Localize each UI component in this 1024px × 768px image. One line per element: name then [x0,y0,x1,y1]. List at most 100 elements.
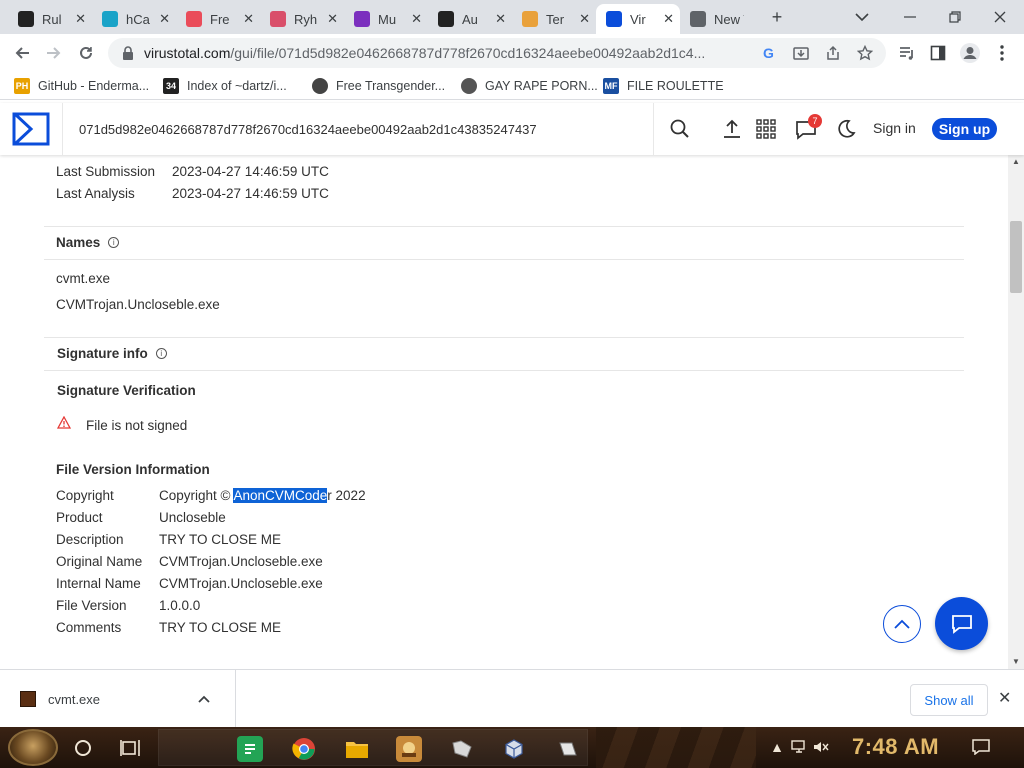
scroll-to-top-button[interactable] [883,605,921,643]
apps-grid-icon[interactable] [754,117,778,141]
bookmark-favicon-icon: PH [14,78,30,94]
signature-verification-title: Signature Verification [57,383,196,398]
close-tab-icon[interactable]: ✕ [495,11,506,27]
version-field-label: Copyright [56,488,114,503]
minimize-window-icon[interactable] [896,4,924,30]
close-tab-icon[interactable]: ✕ [411,11,422,27]
close-tab-icon[interactable]: ✕ [75,11,86,27]
browser-tab[interactable]: hCa ✕ [92,4,176,34]
bookmark-label: Free Transgender... [336,79,446,93]
install-app-icon[interactable] [792,44,810,62]
taskbar-apps [158,729,588,766]
virtualbox-app-icon[interactable] [501,736,527,762]
bookmark-item[interactable]: PH GitHub - Enderma... [14,77,149,95]
reload-icon [80,46,92,59]
tray-expand-icon[interactable]: ▲ [768,738,786,756]
tab-search-chevron-icon[interactable] [848,4,876,30]
address-bar[interactable]: virustotal.com/gui/file/071d5d982e046266… [108,38,886,68]
hash-search-input[interactable]: 071d5d982e0462668787d778f2670cd16324aeeb… [62,103,654,155]
browser-tab[interactable]: Ryh ✕ [260,4,344,34]
google-lens-icon[interactable]: G [760,44,778,62]
browser-tab[interactable]: Au ✕ [428,4,512,34]
page-scrollbar[interactable]: ▲ ▼ [1008,155,1024,669]
browser-tab[interactable]: New Ta [680,4,764,34]
version-field-value: CVMTrojan.Uncloseble.exe [159,554,323,569]
back-button[interactable] [8,39,36,67]
game-app-icon[interactable] [396,736,422,762]
chrome-app-icon[interactable] [291,736,317,762]
last-submission-label: Last Submission [56,164,156,179]
site-header: 071d5d982e0462668787d778f2670cd16324aeeb… [0,103,1024,155]
volume-muted-icon[interactable] [812,738,830,756]
network-icon[interactable] [790,738,808,756]
browser-tab[interactable]: Ter ✕ [512,4,596,34]
task-view-icon[interactable] [115,733,145,763]
version-field-label: Product [56,510,103,525]
fre-icon [186,11,202,27]
cortana-circle-icon[interactable] [68,733,98,763]
show-all-downloads-button[interactable]: Show all [910,684,988,716]
bookmark-item[interactable]: 34 Index of ~dartz/i... [163,77,287,95]
close-tab-icon[interactable]: ✕ [243,11,254,27]
tab-title: New Ta [714,11,744,27]
start-button[interactable] [8,729,58,766]
divider [44,370,964,371]
scroll-down-arrow-icon[interactable]: ▼ [1012,657,1020,666]
forward-button[interactable] [40,39,68,67]
names-section-title: Names i [56,235,120,250]
share-icon[interactable] [824,44,842,62]
version-field-value: CVMTrojan.Uncloseble.exe [159,576,323,591]
scroll-up-arrow-icon[interactable]: ▲ [1012,157,1020,166]
bookmark-item[interactable]: MF FILE ROULETTE [603,77,724,95]
close-tab-icon[interactable]: ✕ [327,11,338,27]
system-clock[interactable]: 7:48 AM [852,734,939,760]
bookmark-star-icon[interactable] [856,44,874,62]
chrome-menu-button[interactable] [988,39,1016,67]
notes-app-icon[interactable] [237,736,263,762]
close-tab-icon[interactable]: ✕ [159,11,170,27]
version-field-label: Original Name [56,554,143,569]
version-field-label: Comments [56,620,122,635]
close-tab-icon[interactable]: ✕ [579,11,590,27]
upload-icon[interactable] [720,117,744,141]
chevron-up-icon[interactable] [198,692,210,706]
close-download-bar-icon[interactable]: ✕ [998,688,1011,708]
windows-taskbar: ▲ 7:48 AM [0,727,1024,768]
profile-button[interactable] [956,39,984,67]
dark-mode-moon-icon[interactable] [833,117,857,141]
scrollbar-thumb[interactable] [1010,221,1022,293]
bookmark-item[interactable]: GAY RAPE PORN... [461,77,598,95]
selected-text[interactable]: AnonCVMCode [233,488,328,503]
close-tab-icon[interactable]: ✕ [663,11,674,27]
divider [44,226,964,227]
bookmark-item[interactable]: Free Transgender... [312,77,445,95]
reading-list-button[interactable] [893,39,921,67]
browser-tab[interactable]: Vir ✕ [596,4,680,34]
sign-up-button[interactable]: Sign up [932,118,997,140]
search-icon[interactable] [668,117,692,141]
tab-title: Ryh [294,11,318,27]
file-explorer-icon[interactable] [344,736,370,762]
browser-tab[interactable]: Fre ✕ [176,4,260,34]
last-analysis-label: Last Analysis [56,186,135,201]
tab-title: Rul [42,11,62,27]
chat-support-button[interactable] [935,597,988,650]
browser-tab[interactable]: Mu ✕ [344,4,428,34]
utility-app-icon[interactable] [555,736,581,762]
close-window-icon[interactable] [986,4,1014,30]
action-center-icon[interactable] [972,738,990,756]
download-item[interactable]: cvmt.exe [0,670,236,728]
reload-button[interactable] [72,39,100,67]
sign-in-link[interactable]: Sign in [873,120,916,136]
virustotal-logo-icon[interactable] [12,112,50,146]
new-tab-button[interactable]: + [763,4,791,30]
side-panel-button[interactable] [924,39,952,67]
info-icon[interactable]: i [108,237,120,248]
tab-strip: Rul ✕ hCa ✕ Fre ✕ Ryh ✕ Mu ✕ Au ✕ Ter ✕ Vir ✕ New Ta + [0,0,1024,34]
kebab-menu-icon [1000,45,1004,61]
restore-window-icon[interactable] [941,4,969,30]
not-signed-text: File is not signed [86,418,188,433]
paint-app-icon[interactable] [449,736,475,762]
browser-tab[interactable]: Rul ✕ [8,4,92,34]
info-icon[interactable]: i [155,348,167,359]
